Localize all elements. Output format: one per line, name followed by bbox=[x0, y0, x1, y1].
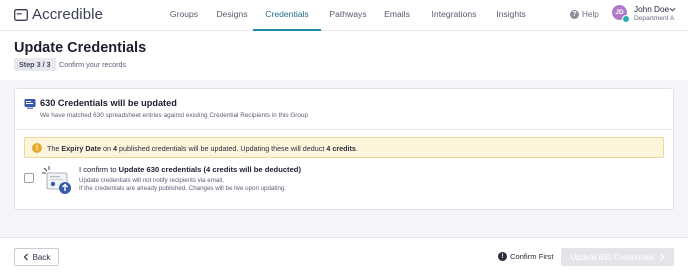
nav-insights[interactable]: Insights bbox=[489, 0, 533, 31]
confirm-note-line1: Update credentials will not notify recip… bbox=[79, 177, 224, 184]
chevron-right-icon bbox=[659, 253, 664, 261]
page-title: Update Credentials bbox=[14, 40, 147, 56]
logo[interactable]: Accredible bbox=[14, 6, 103, 23]
confirm-note-line2: If the credentials are already published… bbox=[79, 185, 287, 192]
user-department: Department A bbox=[634, 15, 675, 22]
divider bbox=[15, 129, 673, 130]
credentials-icon bbox=[24, 99, 36, 109]
update-credentials-illustration bbox=[42, 166, 71, 194]
user-name[interactable]: John Doe bbox=[634, 5, 669, 14]
help-link[interactable]: ? Help bbox=[570, 10, 599, 19]
step-description: Confirm your records bbox=[59, 60, 127, 69]
top-navbar: Accredible Groups Designs Credentials Pa… bbox=[0, 0, 688, 31]
card-subtitle: We have matched 630 spreadsheet entries … bbox=[40, 112, 309, 119]
credential-logo-icon bbox=[14, 8, 28, 21]
confirm-label[interactable]: I confirm to Update 630 credentials (4 c… bbox=[79, 165, 301, 174]
avatar-badge bbox=[622, 15, 630, 23]
help-label: Help bbox=[582, 10, 599, 19]
help-icon: ? bbox=[570, 10, 579, 19]
confirm-first-label: Confirm First bbox=[510, 252, 554, 261]
update-summary-card: 630 Credentials will be updated We have … bbox=[14, 88, 674, 210]
card-title: 630 Credentials will be updated bbox=[40, 98, 177, 108]
nav-pathways[interactable]: Pathways bbox=[323, 0, 373, 31]
update-button-label: Update 630 Credentials bbox=[570, 252, 655, 262]
nav-groups[interactable]: Groups bbox=[160, 0, 208, 31]
back-button[interactable]: Back bbox=[14, 248, 59, 266]
footer-bar: Back ! Confirm First Update 630 Credenti… bbox=[0, 237, 688, 275]
warning-icon: ! bbox=[32, 143, 42, 153]
main-nav: Groups Designs Credentials Pathways Emai… bbox=[160, 0, 533, 31]
warning-text: The Expiry Date on 4 published credentia… bbox=[47, 144, 358, 153]
nav-credentials[interactable]: Credentials bbox=[253, 0, 321, 31]
back-label: Back bbox=[32, 252, 51, 262]
chevron-down-icon[interactable] bbox=[669, 6, 676, 13]
confirm-first-hint: ! Confirm First bbox=[498, 252, 553, 261]
step-indicator: Step 3 / 3 bbox=[14, 58, 56, 71]
app-name: Accredible bbox=[32, 6, 104, 23]
confirm-checkbox[interactable] bbox=[24, 173, 34, 183]
nav-integrations[interactable]: Integrations bbox=[425, 0, 483, 31]
warning-banner: ! The Expiry Date on 4 published credent… bbox=[24, 137, 664, 158]
info-icon: ! bbox=[498, 252, 507, 261]
update-credentials-button[interactable]: Update 630 Credentials bbox=[561, 248, 674, 266]
nav-emails[interactable]: Emails bbox=[377, 0, 417, 31]
nav-designs[interactable]: Designs bbox=[210, 0, 254, 31]
chevron-left-icon bbox=[23, 253, 28, 261]
